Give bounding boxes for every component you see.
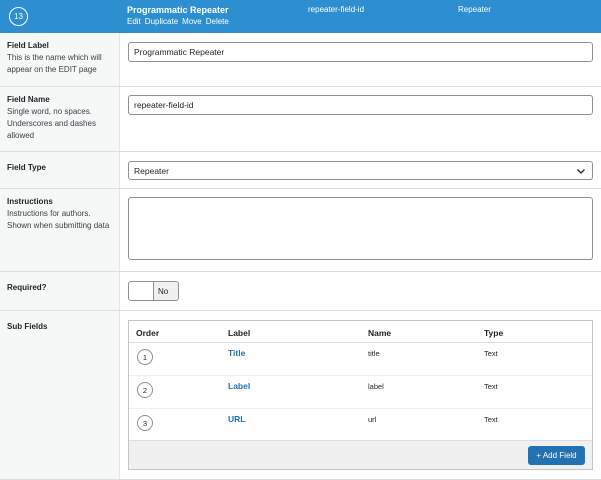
required-toggle[interactable]: No <box>128 281 179 301</box>
sub-field-name: label <box>368 382 384 391</box>
sub-field-label-link[interactable]: Title <box>228 348 245 358</box>
duplicate-link[interactable]: Duplicate <box>145 17 178 26</box>
field-type-summary: Repeater <box>458 5 491 14</box>
field-row-actions: Edit Duplicate Move Delete <box>127 17 229 26</box>
field-header[interactable]: 13 Programmatic Repeater Edit Duplicate … <box>0 0 601 33</box>
field-label-description: This is the name which will appear on th… <box>7 53 102 74</box>
field-name-description: Single word, no spaces. Underscores and … <box>7 107 96 140</box>
toggle-knob <box>129 282 154 300</box>
instructions-textarea[interactable] <box>128 197 593 260</box>
sub-fields-table-footer: + Add Field <box>129 440 592 469</box>
field-type-select-cell: Repeater <box>120 152 601 188</box>
delete-link[interactable]: Delete <box>206 17 229 26</box>
sub-field-name: url <box>368 415 377 424</box>
field-name-row: Field Name Single word, no spaces. Under… <box>0 87 601 152</box>
table-row[interactable]: 3 URL url Text <box>129 409 592 442</box>
sub-field-order-badge[interactable]: 3 <box>137 415 153 431</box>
toggle-label: No <box>158 287 169 296</box>
field-label-title: Field Label <box>7 41 49 50</box>
add-field-button[interactable]: + Add Field <box>528 446 585 465</box>
field-label-input-cell: Programmatic Repeater <box>120 33 601 86</box>
instructions-title: Instructions <box>7 197 53 206</box>
field-type-label-cell: Field Type <box>0 152 120 188</box>
field-type-title: Field Type <box>7 163 46 172</box>
field-type-selected-value: Repeater <box>134 165 169 176</box>
table-row[interactable]: 2 Label label Text <box>129 376 592 409</box>
column-header-name: Name <box>368 328 392 338</box>
edit-link[interactable]: Edit <box>127 17 141 26</box>
sub-field-order-badge[interactable]: 2 <box>137 382 153 398</box>
sub-fields-table: Order Label Name Type 1 Title title Text… <box>128 320 593 470</box>
field-type-select[interactable]: Repeater <box>128 161 593 180</box>
required-title: Required? <box>7 283 47 292</box>
move-link[interactable]: Move <box>182 17 202 26</box>
field-label-label-cell: Field Label This is the name which will … <box>0 33 120 86</box>
required-toggle-cell: No <box>120 272 601 310</box>
instructions-input-cell <box>120 189 601 271</box>
sub-field-name: title <box>368 349 380 358</box>
field-name-input[interactable]: repeater-field-id <box>128 95 593 115</box>
column-header-type: Type <box>484 328 504 338</box>
sub-fields-table-header: Order Label Name Type <box>129 321 592 343</box>
field-name-summary: repeater-field-id <box>308 5 365 14</box>
sub-field-type: Text <box>484 349 498 358</box>
table-row[interactable]: 1 Title title Text <box>129 343 592 376</box>
required-label-cell: Required? <box>0 272 120 310</box>
sub-fields-row: Sub Fields Order Label Name Type 1 Title… <box>0 311 601 479</box>
field-title[interactable]: Programmatic Repeater <box>127 5 229 15</box>
sub-field-type: Text <box>484 382 498 391</box>
instructions-description: Instructions for authors. Shown when sub… <box>7 209 110 230</box>
field-order-badge: 13 <box>9 7 28 26</box>
sub-fields-label-cell: Sub Fields <box>0 311 120 479</box>
field-label-input[interactable]: Programmatic Repeater <box>128 42 593 62</box>
sub-fields-title: Sub Fields <box>7 322 48 331</box>
field-label-row: Field Label This is the name which will … <box>0 33 601 87</box>
sub-field-label-link[interactable]: URL <box>228 414 245 424</box>
instructions-label-cell: Instructions Instructions for authors. S… <box>0 189 120 271</box>
field-type-row: Field Type Repeater <box>0 152 601 189</box>
sub-field-type: Text <box>484 415 498 424</box>
sub-field-order-badge[interactable]: 1 <box>137 349 153 365</box>
sub-fields-cell: Order Label Name Type 1 Title title Text… <box>120 311 601 479</box>
field-name-title: Field Name <box>7 95 50 104</box>
required-row: Required? No <box>0 272 601 311</box>
sub-field-label-link[interactable]: Label <box>228 381 250 391</box>
chevron-down-icon <box>577 169 585 174</box>
column-header-order: Order <box>136 328 160 338</box>
field-name-label-cell: Field Name Single word, no spaces. Under… <box>0 87 120 151</box>
field-name-input-cell: repeater-field-id <box>120 87 601 151</box>
column-header-label: Label <box>228 328 251 338</box>
instructions-row: Instructions Instructions for authors. S… <box>0 189 601 272</box>
